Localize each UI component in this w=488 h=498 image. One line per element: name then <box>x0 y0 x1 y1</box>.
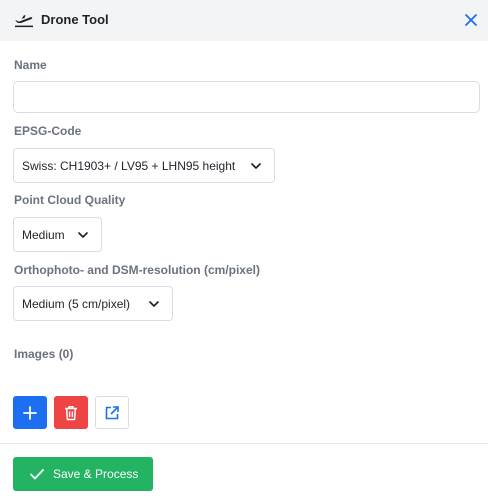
chevron-down-icon <box>251 163 261 169</box>
panel-title: Drone Tool <box>41 12 109 27</box>
delete-images-button[interactable] <box>54 396 88 429</box>
epsg-label: EPSG-Code <box>14 124 82 138</box>
chevron-down-icon <box>78 232 88 238</box>
point-cloud-selected-value: Medium <box>22 227 65 242</box>
footer-divider <box>0 443 488 444</box>
ortho-select[interactable]: Medium (5 cm/pixel) <box>13 286 173 321</box>
images-label: Images (0) <box>14 347 74 361</box>
name-label: Name <box>14 58 47 72</box>
close-icon[interactable] <box>462 11 480 29</box>
name-input[interactable] <box>13 81 480 113</box>
add-image-button[interactable] <box>13 396 47 429</box>
trash-icon <box>65 405 77 420</box>
external-link-icon <box>105 405 119 419</box>
ortho-selected-value: Medium (5 cm/pixel) <box>22 296 131 311</box>
point-cloud-select[interactable]: Medium <box>13 217 102 252</box>
open-external-button[interactable] <box>95 396 129 429</box>
chevron-down-icon <box>149 301 159 307</box>
panel-header: Drone Tool <box>0 0 488 41</box>
plus-icon <box>23 405 37 420</box>
airplane-takeoff-icon <box>15 15 33 28</box>
save-and-process-button[interactable]: Save & Process <box>13 457 153 491</box>
epsg-select[interactable]: Swiss: CH1903+ / LV95 + LHN95 height <box>13 148 275 183</box>
point-cloud-label: Point Cloud Quality <box>14 193 126 207</box>
save-and-process-label: Save & Process <box>53 467 139 481</box>
check-icon <box>30 469 44 480</box>
ortho-label: Orthophoto- and DSM-resolution (cm/pixel… <box>14 263 260 277</box>
epsg-selected-value: Swiss: CH1903+ / LV95 + LHN95 height <box>22 158 236 173</box>
